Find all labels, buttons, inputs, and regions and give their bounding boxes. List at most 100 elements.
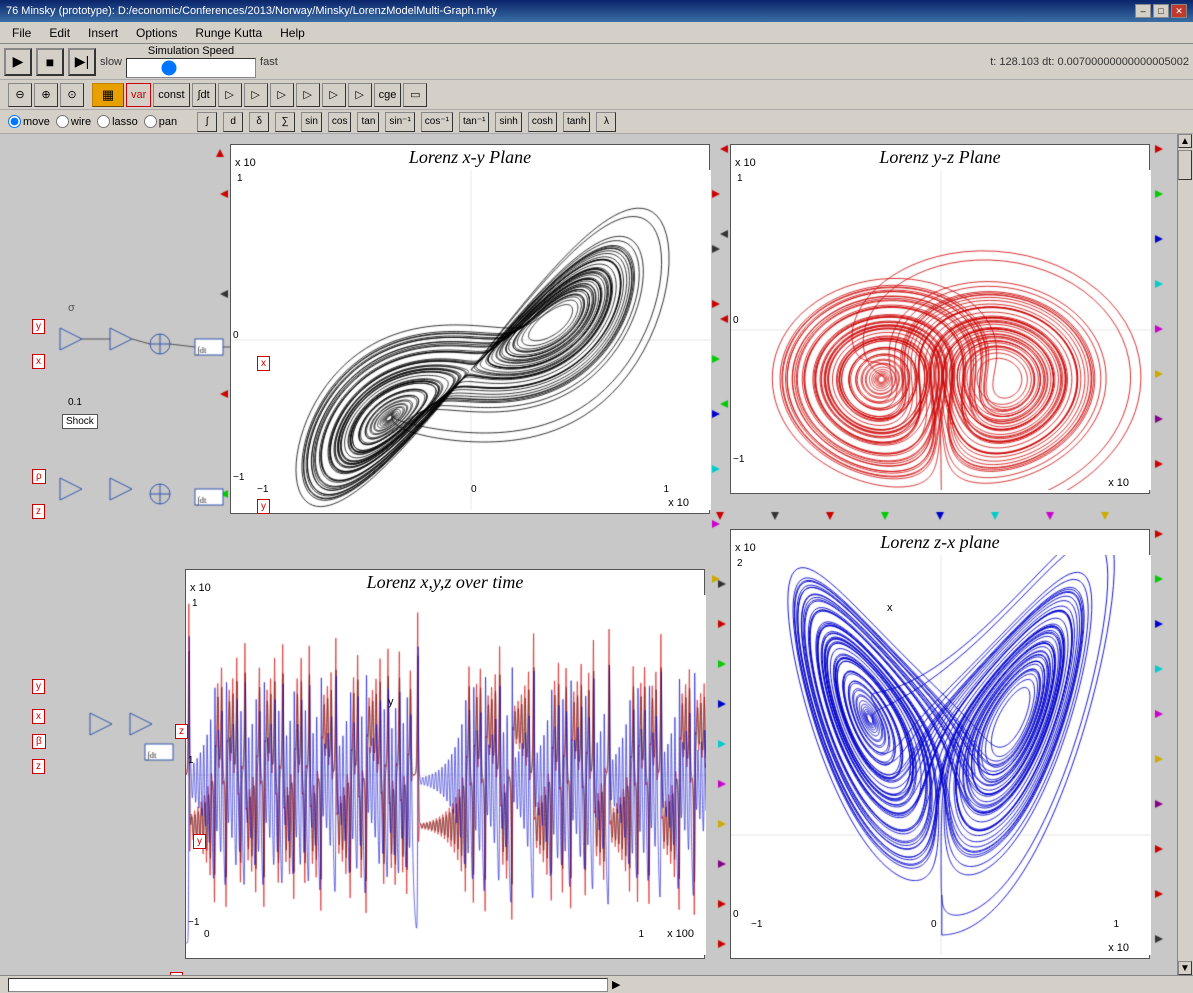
statusbar-text: ▶ [612,978,620,991]
integral-button[interactable]: ∫dt [192,83,216,107]
var-x-1: x [32,354,45,369]
var-rho: ρ [32,469,46,484]
lorenz-yz-canvas [731,170,1151,490]
scroll-thumb[interactable] [1178,150,1192,180]
yz-y-mid: 0 [733,315,739,326]
fn-integral[interactable]: ∫ [197,112,217,132]
lorenz-zx-canvas [731,555,1151,955]
lorenz-xy-panel: Lorenz x-y Plane x 10 x 10 1 0 −1 −1 0 1 [230,144,710,514]
yz-x-axis-label: x 10 [1108,477,1129,489]
zx-y-axis-label: x 10 [735,542,756,554]
time-display: t: 128.103 dt: 0.00700000000000005002 [990,56,1189,68]
cge-button[interactable]: cge [374,83,402,107]
var-x-out: x [257,356,270,371]
zoom-out-button[interactable]: ⊖ [8,83,32,107]
var-x-wire: x [170,972,183,975]
fn-sin[interactable]: sin [301,112,322,132]
menu-file[interactable]: File [4,24,39,42]
zx-x-mid: 0 [931,919,937,930]
var-x-2: x [32,709,45,724]
godley-button[interactable]: ▦ [92,83,124,107]
zx-y-bot: 0 [733,909,739,920]
lorenz-time-title: Lorenz x,y,z over time [186,570,704,595]
simulation-speed-label: Simulation Speed [148,45,234,57]
maximize-button[interactable]: □ [1153,4,1169,18]
window-controls: – □ ✕ [1135,4,1187,18]
fn-tan[interactable]: tan [357,112,379,132]
fn-cos[interactable]: cos [328,112,352,132]
mode-lasso[interactable]: lasso [97,115,138,128]
mode-move[interactable]: move [8,115,50,128]
arrow-btn-3[interactable]: ▷ [270,83,294,107]
step-button[interactable]: ▶| [68,48,96,76]
status-bar: ▶ [0,975,1193,993]
time-x-left: 0 [204,929,210,940]
arrow-btn-1[interactable]: ▷ [218,83,242,107]
zx-y-top: 2 [737,558,743,569]
var-y-wire: y [193,834,206,849]
plot-button[interactable]: ▭ [403,83,427,107]
time-x-right: 1 [638,929,644,940]
menu-edit[interactable]: Edit [41,24,78,42]
mode-toolbar: move wire lasso pan ∫ d δ ∑ sin cos tan … [0,110,1193,134]
zx-x-left: −1 [751,919,762,930]
fn-tanh[interactable]: tanh [563,112,590,132]
xy-x-left: −1 [257,484,268,495]
lorenz-yz-title: Lorenz y-z Plane [731,145,1149,170]
zoom-in-button[interactable]: ⊕ [34,83,58,107]
fn-sinh[interactable]: sinh [495,112,521,132]
title-bar: 76 Minsky (prototype): D:/economic/Confe… [0,0,1193,22]
horizontal-scroll-bar[interactable] [8,978,608,992]
menu-insert[interactable]: Insert [80,24,126,42]
simulation-canvas[interactable]: Lorenz x-y Plane x 10 x 10 1 0 −1 −1 0 1… [0,134,1193,975]
zoom-reset-button[interactable]: ⊙ [60,83,84,107]
lorenz-time-panel: Lorenz x,y,z over time x 10 x 100 1 1 −1… [185,569,705,959]
xy-y-mid: 0 [233,330,239,341]
speed-slow-label: slow [100,56,122,68]
zx-x-right: 1 [1113,919,1119,930]
mode-pan[interactable]: pan [144,115,177,128]
arrow-btn-4[interactable]: ▷ [296,83,320,107]
vertical-scrollbar[interactable]: ▲ ▼ [1177,134,1193,975]
time-y-bot: −1 [188,917,199,928]
arrow-btn-6[interactable]: ▷ [348,83,372,107]
xy-x-right: 1 [663,484,669,495]
fn-delta[interactable]: δ [249,112,269,132]
minimize-button[interactable]: – [1135,4,1151,18]
var-z: z [32,504,45,519]
close-button[interactable]: ✕ [1171,4,1187,18]
var-y-out: y [257,499,270,514]
zx-x-axis-label: x 10 [1108,942,1129,954]
fn-arctan[interactable]: tan⁻¹ [459,112,490,132]
play-button[interactable]: ▶ [4,48,32,76]
yz-y-top: 1 [737,173,743,184]
yz-y-axis-label: x 10 [735,157,756,169]
fn-arccos[interactable]: cos⁻¹ [421,112,453,132]
xy-y-bot: −1 [233,472,244,483]
yz-y-bot: −1 [733,454,744,465]
sigma-label: σ [68,302,75,314]
menu-rungekutta[interactable]: Runge Kutta [187,24,270,42]
shock-val: 0.1 [68,397,82,408]
arrow-btn-2[interactable]: ▷ [244,83,268,107]
lorenz-zx-title: Lorenz z-x plane [731,530,1149,555]
fn-derivative[interactable]: d [223,112,243,132]
var-button[interactable]: var [126,83,151,107]
speed-slider[interactable] [126,58,256,78]
fn-cosh[interactable]: cosh [528,112,557,132]
time-y-axis-label: x 10 [190,582,211,594]
menu-help[interactable]: Help [272,24,313,42]
time-x-axis-label: x 100 [667,928,694,940]
const-button[interactable]: const [153,83,189,107]
scroll-down-button[interactable]: ▼ [1178,961,1192,975]
scroll-up-button[interactable]: ▲ [1178,134,1192,148]
fn-lambda[interactable]: λ [596,112,616,132]
menu-options[interactable]: Options [128,24,185,42]
arrow-btn-5[interactable]: ▷ [322,83,346,107]
fn-sum[interactable]: ∑ [275,112,295,132]
fn-arcsin[interactable]: sin⁻¹ [385,112,414,132]
mode-wire[interactable]: wire [56,115,91,128]
lorenz-xy-canvas [231,170,711,510]
xy-x-mid: 0 [471,484,477,495]
stop-button[interactable]: ■ [36,48,64,76]
